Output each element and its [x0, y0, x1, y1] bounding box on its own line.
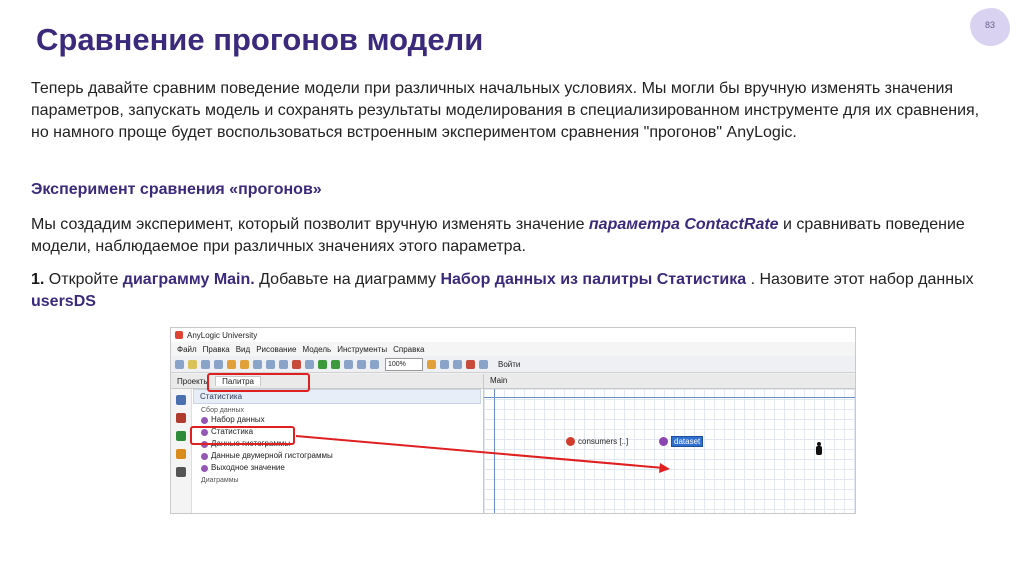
drag-arrow [295, 435, 670, 473]
